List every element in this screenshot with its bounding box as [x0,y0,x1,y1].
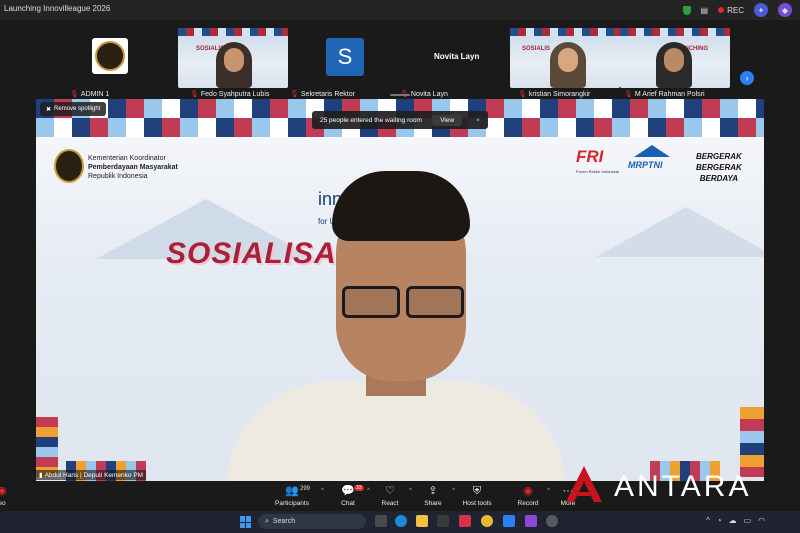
close-icon[interactable]: × [476,117,480,124]
mic-muted-icon: 🎙 [518,91,527,98]
title-bar: Launching Innovilleague 2026 ▤ REC ✦ ◆ [0,0,800,20]
chevron-up-icon[interactable]: ^ [706,516,710,525]
participants-icon: 👥 [285,485,299,497]
speaker-video [196,171,596,481]
participant-person [216,42,252,88]
wifi-icon[interactable]: ◠ [758,516,765,525]
mic-muted-icon: 🎙 [70,91,79,98]
participant-video: SOSIALIS [510,28,620,88]
heart-icon: ♡ [385,485,395,497]
mountain-graphic [596,207,764,257]
store-icon[interactable] [437,515,449,527]
window-title: Launching Innovilleague 2026 [4,4,111,13]
record-dot-icon [718,6,725,13]
slogan-text: BERGERAK BERGERAK BERDAYA [696,152,742,183]
app-icon[interactable] [459,515,471,527]
security-shield-icon[interactable] [682,5,691,15]
taskbar-search[interactable]: ⌕ Search [258,514,366,529]
participant-tile-arief[interactable]: UNCHING 🎙 M Arief Rahman Polsri [620,28,730,98]
ministry-logo-text: Kementerian Koordinator Pemberdayaan Mas… [88,155,178,180]
apps-icon[interactable]: ◆ [778,3,792,17]
file-explorer-icon[interactable] [416,515,428,527]
batik-decoration [36,417,58,477]
signal-icon: ▮ [39,472,43,479]
recording-indicator: REC [718,6,744,15]
avatar: S [326,38,364,76]
mic-muted-icon: 🎙 [624,91,633,98]
windows-start-icon[interactable] [240,516,252,528]
participant-tile-kristian[interactable]: SOSIALIS 🎙 kristian Simorangkir [510,28,620,98]
participants-strip: 🎙 ADMIN 1 SOSIALIS 🎙 Fedo Syahputra Lubis … [0,20,800,98]
task-view-icon[interactable] [375,515,387,527]
edge-icon[interactable] [395,515,407,527]
system-tray: ^ ◔ ☁ ▭ ◠ [706,516,765,525]
antara-watermark: ANTARA [614,470,752,503]
display-icon[interactable]: ▭ [744,516,752,525]
participant-person [550,42,586,88]
garuda-logo-icon [92,38,128,74]
cloud-icon[interactable]: ☁ [729,516,737,525]
mrptni-logo: MRPTNI [628,145,672,179]
media-icon[interactable] [546,515,558,527]
participant-person [656,42,692,88]
glasses [342,286,466,318]
participant-tile-novita[interactable]: Novita Layn 🎙Novita Layn [400,28,510,98]
mic-muted-icon: 🎙 [290,91,299,98]
chrome-icon[interactable] [481,515,493,527]
view-waiting-room-button[interactable]: View [432,114,463,126]
mic-muted-icon: 🎙 [190,91,199,98]
app-icon[interactable] [525,515,537,527]
waiting-room-notification: 25 people entered the waiting room View … [312,111,488,129]
antara-logo-icon [566,466,602,502]
participant-video: UNCHING [620,28,730,88]
video-off-icon: ◉ [0,485,7,497]
strip-resize-handle[interactable] [390,94,410,96]
pin-icon: ✖ [46,106,52,113]
video-button[interactable]: ◉ eo [0,484,32,507]
participant-tile-admin[interactable]: 🎙 ADMIN 1 [70,28,180,98]
participant-video: SOSIALIS [178,28,288,88]
participants-button[interactable]: 👥 299 Participants ^ [262,484,324,507]
network-icon[interactable]: ◔ [717,516,722,525]
taskbar: ⌕ Search ^ ◔ ☁ ▭ ◠ [0,511,800,533]
batik-decoration [740,407,764,477]
remove-spotlight-button[interactable]: ✖ Remove spotlight [40,102,107,116]
fri-logo: FRI [576,147,604,166]
participant-tile-fedo[interactable]: SOSIALIS 🎙 Fedo Syahputra Lubis [178,28,288,98]
participants-count: 299 [300,486,311,492]
participant-display-name: Novita Layn [434,52,480,61]
main-video-area: Kementerian Koordinator Pemberdayaan Mas… [36,99,764,481]
shield-icon: ⛨ [472,485,482,497]
speaker-name-label: ▮ Abdul Haris | Deputi Kemenko PM [36,470,147,480]
garuda-emblem-icon [54,149,84,183]
record-icon: ◉ [523,485,533,497]
notes-icon[interactable]: ▤ [701,6,709,15]
zoom-icon[interactable] [503,515,515,527]
share-screen-icon: ⇪ [428,485,438,497]
search-icon: ⌕ [265,517,269,525]
ai-companion-icon[interactable]: ✦ [754,3,768,17]
participant-tile-sekretaris[interactable]: S 🎙 Sekretaris Rektor [290,28,400,98]
next-page-arrow-icon[interactable]: › [740,71,754,85]
